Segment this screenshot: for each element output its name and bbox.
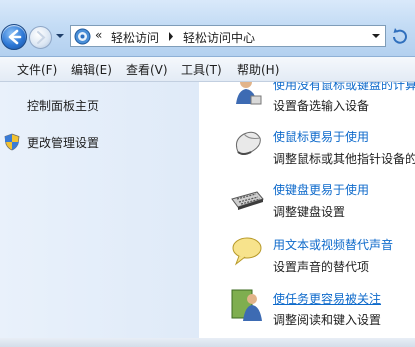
- task-description: 设置备选输入设备: [273, 99, 370, 113]
- address-bar[interactable]: « 轻松访问 轻松访问中心: [70, 25, 386, 47]
- back-button[interactable]: [1, 24, 27, 50]
- task-description: 调整鼠标或其他指针设备的工作方式: [273, 152, 415, 166]
- task-title-link[interactable]: 使鼠标更易于使用: [273, 128, 369, 145]
- menu-bar: 文件(F) 编辑(E) 查看(V) 工具(T) 帮助(H): [0, 57, 415, 82]
- control-panel-home-link[interactable]: 控制面板主页: [27, 97, 99, 114]
- task-description: 调整阅读和键入设置: [273, 313, 382, 327]
- forward-button[interactable]: [29, 26, 52, 49]
- task-description: 设置声音的替代项: [273, 260, 370, 274]
- navigation-pane: 控制面板主页 更改管理设置: [0, 82, 199, 347]
- menu-help[interactable]: 帮助(H): [237, 61, 279, 78]
- change-admin-settings-link[interactable]: 更改管理设置: [27, 134, 99, 151]
- task-title-link[interactable]: 使键盘更易于使用: [273, 181, 369, 198]
- address-dropdown-button[interactable]: [367, 26, 385, 46]
- arrow-left-icon: [8, 29, 22, 45]
- uac-shield-icon: [4, 133, 20, 151]
- task-mouse: 使鼠标更易于使用 调整鼠标或其他指针设备的工作方式: [199, 126, 415, 176]
- task-focus: 使任务更容易被关注 调整阅读和键入设置: [199, 285, 415, 335]
- recent-pages-button[interactable]: [55, 31, 65, 41]
- refresh-button[interactable]: [389, 26, 413, 48]
- task-sound-alternatives: 用文本或视频替代声音 设置声音的替代项: [199, 233, 415, 283]
- task-title-link[interactable]: 使用没有鼠标或键盘的计算机: [273, 82, 415, 93]
- menu-file[interactable]: 文件(F): [17, 61, 57, 78]
- control-panel-icon: [74, 28, 91, 45]
- mouse-icon: [236, 131, 261, 155]
- menu-edit[interactable]: 编辑(E): [71, 61, 112, 78]
- content-pane: 使用没有鼠标或键盘的计算机 设置备选输入设备 使鼠标更易于使用 调整鼠标或其他指…: [199, 82, 415, 347]
- task-keyboard: 使键盘更易于使用 调整键盘设置: [199, 179, 415, 229]
- person-icon: [236, 82, 262, 105]
- task-description: 调整键盘设置: [273, 205, 346, 219]
- task-no-mouse-keyboard: 使用没有鼠标或键盘的计算机 设置备选输入设备: [199, 82, 415, 132]
- arrow-right-icon: [37, 31, 46, 44]
- keyboard-icon: [231, 191, 264, 210]
- status-strip: [0, 338, 415, 347]
- menu-tools[interactable]: 工具(T): [181, 61, 222, 78]
- task-title-link[interactable]: 使任务更容易被关注: [273, 290, 381, 307]
- chevron-right-icon[interactable]: [168, 32, 174, 41]
- speech-bubble-icon: [232, 237, 262, 266]
- task-title-link[interactable]: 用文本或视频替代声音: [273, 236, 393, 253]
- focus-person-icon: [231, 289, 262, 321]
- breadcrumb-ease-of-access-center[interactable]: 轻松访问中心: [183, 29, 255, 46]
- breadcrumb-ease-of-access[interactable]: 轻松访问: [111, 29, 159, 46]
- menu-view[interactable]: 查看(V): [126, 61, 168, 78]
- breadcrumb-overflow[interactable]: «: [95, 28, 102, 42]
- navigation-bar: « 轻松访问 轻松访问中心: [0, 0, 415, 57]
